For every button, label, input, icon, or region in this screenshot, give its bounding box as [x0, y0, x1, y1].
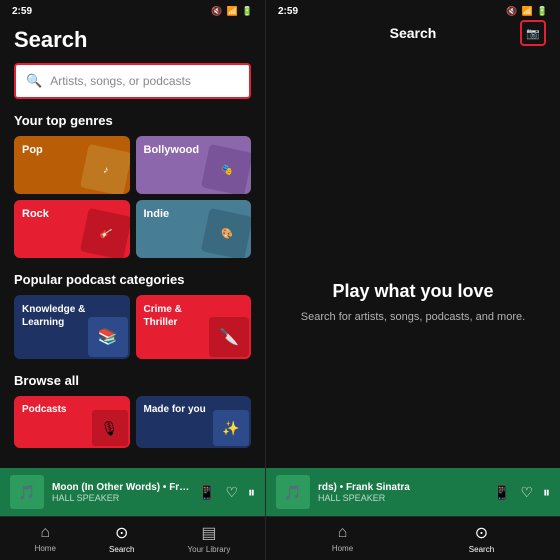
genre-label-indie: Indie [144, 208, 170, 221]
library-label-left: Your Library [188, 545, 231, 554]
nav-library-left[interactable]: ▤ Your Library [188, 523, 231, 554]
podcast-card-knowledge[interactable]: Knowledge &Learning 📚 [14, 295, 130, 359]
home-icon-right: ⌂ [338, 524, 348, 542]
pause-icon-right[interactable]: ⏸ [543, 484, 550, 501]
home-label-left: Home [35, 544, 56, 553]
podcast-grid: Knowledge &Learning 📚 Crime &Thriller 🔪 [14, 295, 251, 359]
play-love-title: Play what you love [332, 281, 493, 302]
camera-icon: 📷 [526, 27, 540, 40]
battery-icon-right: 🔋 [537, 6, 548, 17]
wifi-icon: 📶 [227, 6, 238, 17]
genre-label-pop: Pop [22, 144, 43, 157]
time-left: 2:59 [12, 6, 32, 17]
now-playing-info-right: rds) • Frank Sinatra HALL SPEAKER [318, 482, 485, 503]
mute-icon: 🔇 [211, 6, 222, 17]
genre-label-bollywood: Bollywood [144, 144, 200, 157]
heart-icon-right[interactable]: ♡ [520, 484, 533, 501]
bottom-nav-left: ⌂ Home ⊙ Search ▤ Your Library [0, 516, 265, 560]
indie-deco: 🎨 [220, 227, 234, 240]
browse-card-podcasts[interactable]: Podcasts 🎙 [14, 396, 130, 448]
device-icon-left[interactable]: 📱 [198, 484, 215, 501]
genre-label-rock: Rock [22, 208, 49, 221]
bottom-nav-right: ⌂ Home ⊙ Search [266, 516, 560, 560]
now-playing-emoji-right: 🎵 [284, 484, 301, 501]
search-nav-label-right: Search [469, 545, 494, 554]
podcast-label-crime: Crime &Thriller [144, 303, 182, 329]
now-playing-title-left: Moon (In Other Words) • Frank [52, 482, 190, 493]
crime-deco: 🔪 [209, 317, 249, 357]
now-playing-subtitle-right: HALL SPEAKER [318, 493, 485, 503]
nav-home-right[interactable]: ⌂ Home [332, 524, 353, 553]
search-icon: 🔍 [26, 73, 42, 89]
right-header: Search 📷 [266, 19, 560, 47]
now-playing-title-right: rds) • Frank Sinatra [318, 482, 485, 493]
now-playing-subtitle-left: HALL SPEAKER [52, 493, 190, 503]
rock-deco: 🎸 [98, 227, 112, 240]
bollywood-deco: 🎭 [220, 163, 234, 176]
pause-icon-left[interactable]: ⏸ [248, 484, 255, 501]
status-bar-left: 2:59 🔇 📶 🔋 [0, 0, 265, 19]
podcast-label-knowledge: Knowledge &Learning [22, 303, 85, 329]
mute-icon-right: 🔇 [506, 6, 517, 17]
right-header-title: Search [390, 25, 437, 41]
genre-card-indie[interactable]: Indie 🎨 [136, 200, 252, 258]
home-icon-left: ⌂ [40, 524, 50, 542]
podcast-card-crime[interactable]: Crime &Thriller 🔪 [136, 295, 252, 359]
play-love-sub: Search for artists, songs, podcasts, and… [301, 310, 525, 325]
now-playing-thumb-left: 🎵 [10, 475, 44, 509]
device-icon-right[interactable]: 📱 [493, 484, 510, 501]
now-playing-bar-right[interactable]: 🎵 rds) • Frank Sinatra HALL SPEAKER 📱 ♡ … [266, 468, 560, 516]
nav-home-left[interactable]: ⌂ Home [35, 524, 56, 553]
left-panel: 2:59 🔇 📶 🔋 Search 🔍 Artists, songs, or p… [0, 0, 265, 560]
knowledge-deco: 📚 [88, 317, 128, 357]
search-nav-icon-right: ⊙ [475, 523, 488, 543]
now-playing-thumb-right: 🎵 [276, 475, 310, 509]
browse-label-madeforyou: Made for you [144, 404, 206, 415]
now-playing-controls-left: 📱 ♡ ⏸ [198, 484, 255, 501]
now-playing-controls-right: 📱 ♡ ⏸ [493, 484, 550, 501]
genre-card-rock[interactable]: Rock 🎸 [14, 200, 130, 258]
search-bar[interactable]: 🔍 Artists, songs, or podcasts [14, 63, 251, 99]
browse-label: Browse all [14, 373, 251, 388]
top-genres-label: Your top genres [14, 113, 251, 128]
madeforyou-deco: ✨ [213, 410, 249, 446]
right-panel: 2:59 🔇 📶 🔋 Search 📷 Play what you love S… [266, 0, 560, 560]
status-icons-left: 🔇 📶 🔋 [211, 6, 253, 17]
search-placeholder: Artists, songs, or podcasts [50, 74, 191, 88]
now-playing-bar-left[interactable]: 🎵 Moon (In Other Words) • Frank HALL SPE… [0, 468, 265, 516]
genre-card-pop[interactable]: Pop ♪ [14, 136, 130, 194]
search-icon-left: ⊙ [115, 523, 128, 543]
wifi-icon-right: 📶 [522, 6, 533, 17]
now-playing-emoji-left: 🎵 [18, 484, 35, 501]
pop-deco: ♪ [102, 164, 109, 176]
podcast-label: Popular podcast categories [14, 272, 251, 287]
browse-grid: Podcasts 🎙 Made for you ✨ [14, 396, 251, 448]
browse-card-madeforyou[interactable]: Made for you ✨ [136, 396, 252, 448]
time-right: 2:59 [278, 6, 298, 17]
nav-search-left[interactable]: ⊙ Search [109, 523, 134, 554]
browse-label-podcasts: Podcasts [22, 404, 66, 415]
status-bar-right: 2:59 🔇 📶 🔋 [266, 0, 560, 19]
heart-icon-left[interactable]: ♡ [225, 484, 238, 501]
now-playing-info-left: Moon (In Other Words) • Frank HALL SPEAK… [52, 482, 190, 503]
status-icons-right: 🔇 📶 🔋 [506, 6, 548, 17]
genre-card-bollywood[interactable]: Bollywood 🎭 [136, 136, 252, 194]
genre-grid: Pop ♪ Bollywood 🎭 Rock 🎸 In [14, 136, 251, 258]
nav-search-right[interactable]: ⊙ Search [469, 523, 494, 554]
search-label-left: Search [109, 545, 134, 554]
battery-icon: 🔋 [242, 6, 253, 17]
library-icon-left: ▤ [201, 523, 216, 543]
camera-button[interactable]: 📷 [520, 20, 546, 46]
page-title: Search [14, 27, 251, 53]
podcasts-deco: 🎙 [92, 410, 128, 446]
home-label-right: Home [332, 544, 353, 553]
